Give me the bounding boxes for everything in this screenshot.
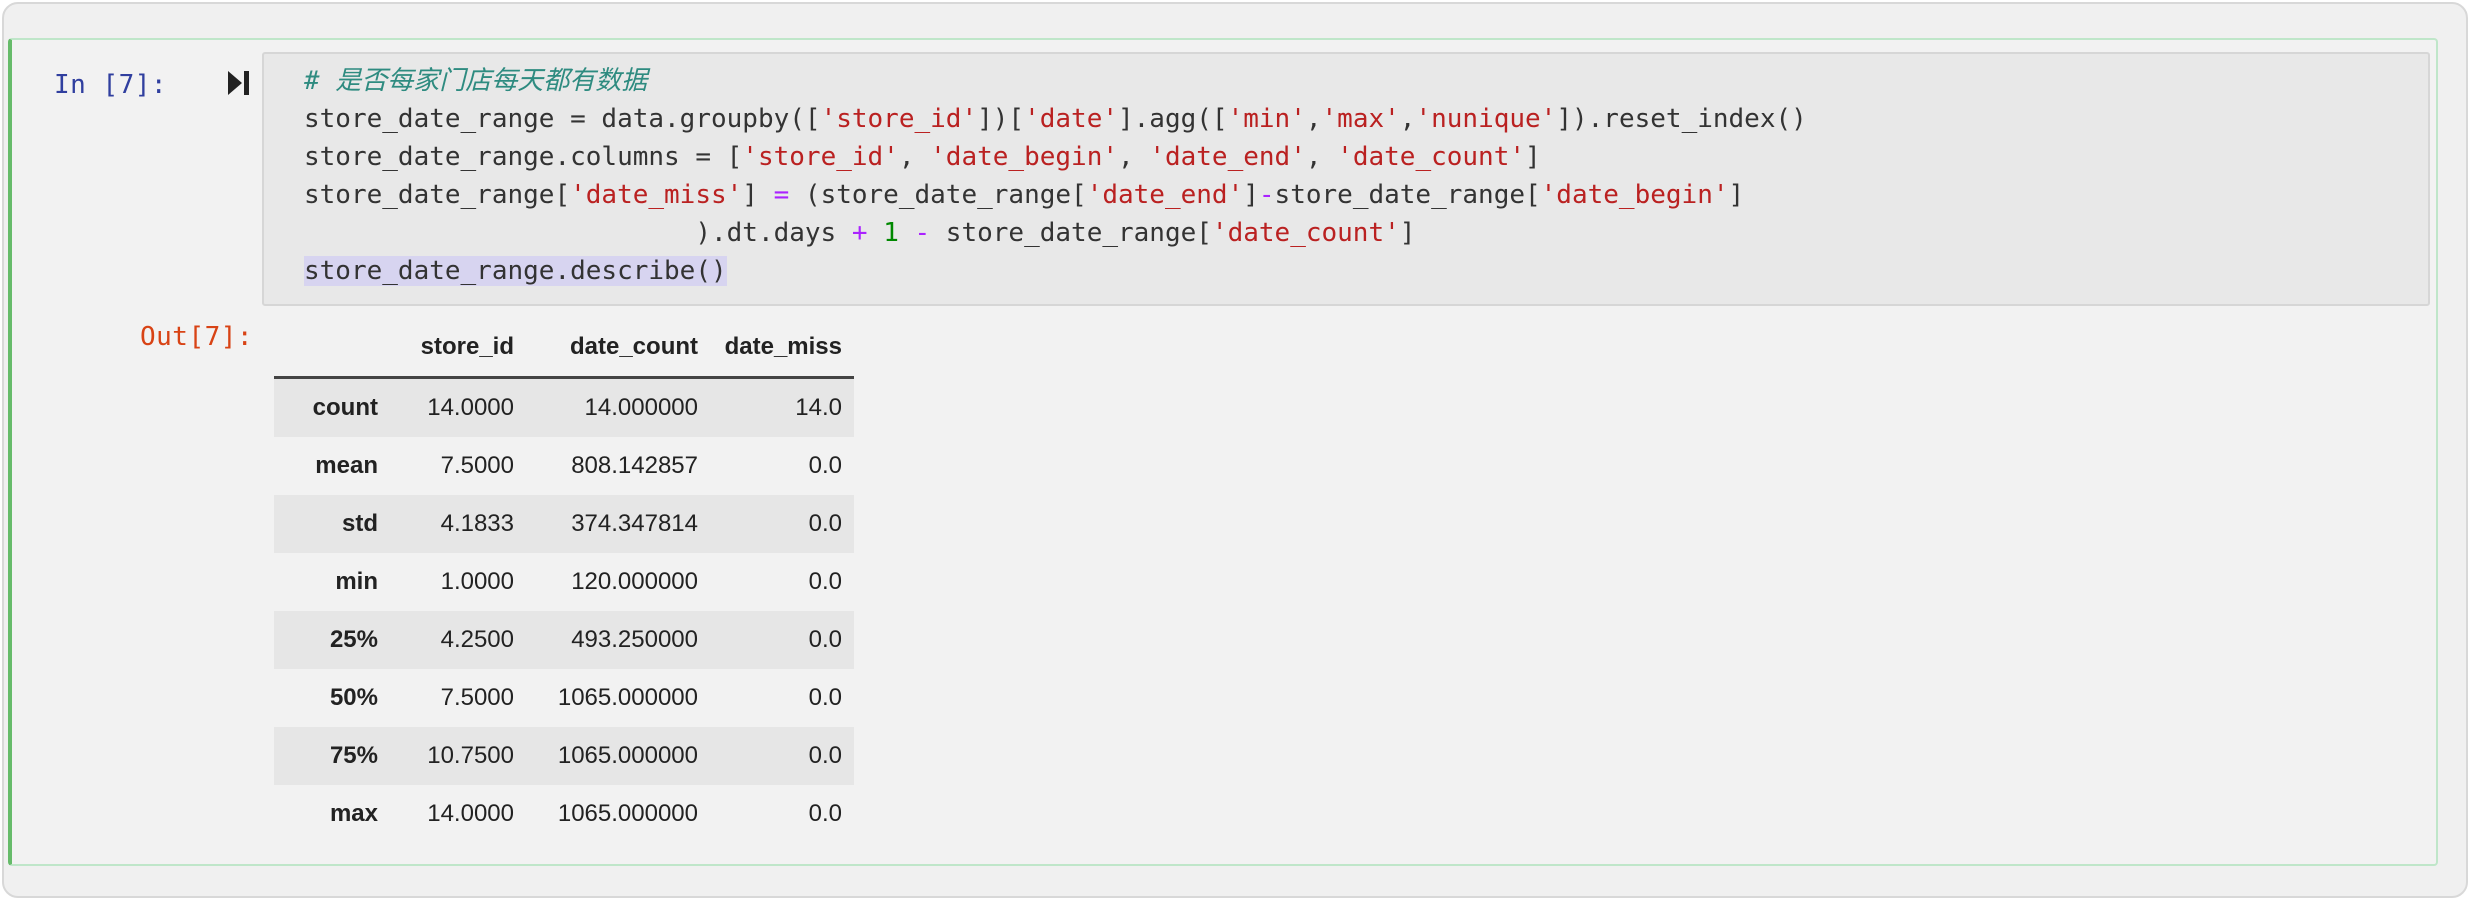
row-index: std [342, 510, 378, 537]
table-row: 50% 7.5000 1065.000000 0.0 [274, 669, 854, 727]
table-cell-date-miss: 0.0 [808, 742, 842, 769]
describe-table: store_id date_count date_miss count 14.00… [274, 318, 854, 843]
table-cell-date-miss: 0.0 [808, 800, 842, 827]
column-header-store-id: store_id [390, 318, 526, 379]
table-cell-date-count: 1065.000000 [557, 800, 698, 827]
table-cell-date-count: 374.347814 [571, 510, 698, 537]
table-cell-store-id: 4.2500 [440, 626, 514, 653]
code-editor[interactable]: # 是否每家门店每天都有数据 store_date_range = data.g… [262, 52, 2430, 306]
code-line-2: store_date_range.columns = ['store_id', … [304, 142, 1541, 172]
table-cell-date-count: 120.000000 [571, 568, 698, 595]
table-cell-date-miss: 14.0 [795, 394, 842, 421]
output-prompt: Out[7]: [140, 322, 254, 352]
row-index: min [335, 568, 378, 595]
column-header-date-miss: date_miss [710, 318, 854, 379]
table-cell-store-id: 14.0000 [427, 800, 514, 827]
code-line-3: store_date_range['date_miss'] = (store_d… [304, 180, 1745, 210]
row-index: 75% [329, 742, 378, 769]
table-cell-store-id: 14.0000 [427, 394, 514, 421]
code-line-1: store_date_range = data.groupby(['store_… [304, 104, 1807, 134]
table-cell-date-miss: 0.0 [808, 568, 842, 595]
table-cell-date-count: 808.142857 [571, 452, 698, 479]
table-cell-date-count: 493.250000 [571, 626, 698, 653]
table-cell-date-miss: 0.0 [808, 510, 842, 537]
code-line-4: ).dt.days + 1 - store_date_range['date_c… [304, 218, 1416, 248]
row-index: count [312, 394, 378, 421]
table-row: min 1.0000 120.000000 0.0 [274, 553, 854, 611]
table-row: 25% 4.2500 493.250000 0.0 [274, 611, 854, 669]
table-row: mean 7.5000 808.142857 0.0 [274, 437, 854, 495]
selected-code: store_date_range.describe() [304, 256, 727, 286]
row-index: mean [315, 452, 378, 479]
table-cell-store-id: 10.7500 [427, 742, 514, 769]
table-cell-date-miss: 0.0 [808, 626, 842, 653]
table-cell-store-id: 1.0000 [440, 568, 514, 595]
code-line-5: store_date_range.describe() [304, 252, 727, 290]
index-header [274, 318, 390, 379]
table-cell-date-count: 14.000000 [584, 394, 698, 421]
row-index: max [329, 800, 378, 827]
table-row: max 14.0000 1065.000000 0.0 [274, 785, 854, 843]
table-cell-store-id: 7.5000 [440, 452, 514, 479]
row-index: 25% [329, 626, 378, 653]
run-cell-icon[interactable] [226, 68, 252, 98]
table-cell-date-count: 1065.000000 [557, 684, 698, 711]
column-header-date-count: date_count [526, 318, 710, 379]
table-cell-store-id: 7.5000 [440, 684, 514, 711]
table-cell-store-id: 4.1833 [440, 510, 514, 537]
table-row: 75% 10.7500 1065.000000 0.0 [274, 727, 854, 785]
row-index: 50% [329, 684, 378, 711]
table-cell-date-miss: 0.0 [808, 684, 842, 711]
table-row: std 4.1833 374.347814 0.0 [274, 495, 854, 553]
table-row: count 14.0000 14.000000 14.0 [274, 377, 854, 437]
table-cell-date-miss: 0.0 [808, 452, 842, 479]
input-prompt: In [7]: [54, 70, 168, 100]
code-line-comment: # 是否每家门店每天都有数据 [304, 66, 648, 96]
table-header-row: store_id date_count date_miss [274, 318, 854, 379]
table-cell-date-count: 1065.000000 [557, 742, 698, 769]
